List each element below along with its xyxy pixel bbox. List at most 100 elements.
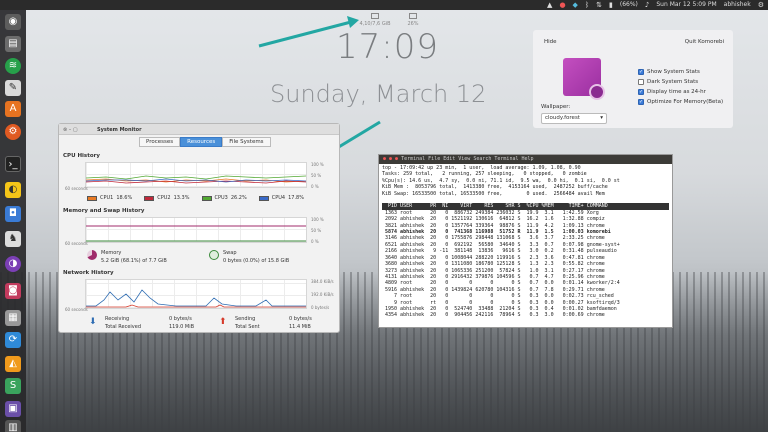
bluetooth-icon[interactable]: ᛒ (585, 0, 589, 10)
unity-launcher: ◉ ▤ ≋ ✎ A ⚙ ›_ ◐ ◘ ♞ ◑ ◙ ▦ ⟳ ◭ S ▣ ▥ (0, 10, 26, 432)
receiving-value: 0 bytes/s (169, 316, 192, 322)
cpu1-value: 18.6% (116, 195, 133, 201)
cpu1-legend: CPU1 18.6% (87, 195, 132, 201)
mem-pct-50: 50 % (311, 228, 322, 233)
gimp-icon[interactable]: ♞ (5, 231, 21, 247)
lock-date: Sunday, March 12 (270, 80, 487, 108)
cpu1-name: CPU1 (100, 195, 114, 201)
upload-arrow-icon[interactable]: ⬆ (219, 317, 227, 327)
cpu-pct-100: 100 % (311, 162, 324, 167)
window-buttons[interactable]: ⊗ – ▢ (63, 127, 78, 133)
wallpaper-thumbnail[interactable] (563, 58, 605, 100)
cpu4-name: CPU4 (271, 195, 286, 201)
option-label: Optimize For Memory(Beta) (647, 99, 724, 105)
memory-value: 5.2 GiB (68.1%) of 7.7 GiB (101, 258, 167, 264)
receiving-label: Receiving (105, 316, 130, 322)
spotify-icon[interactable]: ≋ (5, 58, 21, 74)
window-title: System Monitor (97, 127, 142, 133)
vlc-icon[interactable]: ◭ (5, 356, 21, 372)
option-dark-system-stats[interactable]: Dark System Stats (638, 77, 723, 87)
network-history-title: Network History (63, 270, 114, 276)
tab-processes[interactable]: Processes (139, 137, 181, 147)
wallpaper-label: Wallpaper: (541, 104, 571, 110)
cpu2-value: 13.3% (173, 195, 190, 201)
language-icon[interactable]: ⇅ (596, 0, 602, 10)
checkbox[interactable]: ✓ (638, 69, 644, 75)
files-icon[interactable]: ▤ (5, 36, 21, 52)
settings-icon[interactable]: ⚙ (5, 124, 21, 140)
total-sent-value: 11.4 MiB (289, 324, 311, 330)
screenshot-icon[interactable]: ◘ (5, 206, 21, 222)
memory-history-title: Memory and Swap History (63, 208, 145, 214)
office-icon[interactable]: S (5, 378, 21, 394)
swap-pie-icon[interactable] (209, 250, 219, 260)
terminal-output[interactable]: top - 17:09:42 up 23 min, 1 user, load a… (379, 164, 672, 320)
text-editor-icon[interactable]: ✎ (5, 80, 21, 96)
option-show-system-stats[interactable]: ✓ Show System Stats (638, 67, 723, 77)
cpu2-swatch[interactable] (144, 195, 155, 201)
hide-button[interactable]: Hide (544, 39, 557, 45)
download-arrow-icon[interactable]: ⬇ (89, 317, 97, 327)
cpu2-name: CPU2 (157, 195, 171, 201)
panel-clock[interactable]: Sun Mar 12 5:09 PM (656, 0, 716, 10)
terminal-titlebar[interactable]: ● ● ● Terminal File Edit View Search Ter… (379, 155, 672, 164)
camera-icon[interactable]: ◙ (5, 283, 21, 299)
cpu3-swatch[interactable] (201, 195, 212, 201)
net-top-label: 384.0 KiB/s (311, 279, 334, 284)
chrome-indicator-icon[interactable]: ● (559, 0, 565, 10)
option-label: Dark System Stats (647, 79, 699, 85)
system-monitor-icon[interactable]: ▦ (5, 310, 21, 326)
network-icon[interactable]: ▲ (547, 0, 552, 10)
option-display-24hr[interactable]: ✓ Display time as 24-hr (638, 87, 723, 97)
terminal-icon[interactable]: ›_ (5, 156, 21, 172)
cpu-pct-50: 50 % (311, 173, 322, 178)
battery-percent: (66%) (619, 1, 638, 8)
checkbox[interactable] (638, 79, 644, 85)
memory-pie-icon[interactable] (87, 250, 97, 260)
cpu-history-title: CPU History (63, 153, 100, 159)
system-monitor-tabs: Processes Resources File Systems (139, 137, 271, 147)
panel-user[interactable]: abhishek (724, 0, 751, 10)
net-bot-label: 0 bytes/s (311, 305, 330, 310)
komorebi-settings-panel: Hide Quit Komorebi Wallpaper: cloudy.for… (533, 30, 733, 128)
cpu-graph-lines (85, 175, 307, 184)
volume-icon[interactable]: ♪ (645, 0, 649, 10)
option-optimize-memory[interactable]: ✓ Optimize For Memory(Beta) (638, 97, 723, 107)
software-center-icon[interactable]: A (5, 101, 21, 117)
tab-resources[interactable]: Resources (180, 137, 223, 147)
cpu1-swatch[interactable] (87, 195, 97, 201)
system-tray: ▲ ● ◆ ᛒ ⇅ ▮ (66%) ♪ Sun Mar 12 5:09 PM a… (547, 0, 764, 10)
system-monitor-window: ⊗ – ▢ System Monitor Processes Resources… (58, 123, 340, 333)
dash-icon[interactable]: ◉ (5, 14, 21, 30)
mem-pct-0: 0 % (311, 239, 319, 244)
memory-indicator-icon (371, 13, 379, 19)
quit-komorebi-button[interactable]: Quit Komorebi (685, 39, 724, 45)
app2-icon[interactable]: ▣ (5, 401, 21, 417)
total-sent-label: Total Sent (235, 324, 260, 330)
cpu2-legend: CPU2 13.3% (144, 195, 190, 201)
net-axis-label: 60 seconds (65, 307, 88, 312)
browser-icon[interactable]: ◑ (5, 256, 21, 272)
tab-file-systems[interactable]: File Systems (222, 137, 271, 147)
annotation-arrow-top (258, 16, 359, 48)
notes-icon[interactable]: ◐ (5, 182, 21, 198)
app-icon[interactable]: ⟳ (5, 332, 21, 348)
wallpaper-select[interactable]: cloudy.forest ▾ (541, 113, 607, 124)
cpu4-legend: CPU4 17.8% (258, 195, 304, 201)
terminal-menu[interactable]: Terminal File Edit View Search Terminal … (401, 156, 533, 162)
dropbox-icon[interactable]: ◆ (573, 0, 578, 10)
cpu4-swatch[interactable] (258, 195, 269, 201)
battery-icon[interactable]: ▮ (609, 0, 613, 10)
window-buttons[interactable]: ● ● ● (383, 156, 398, 162)
system-monitor-titlebar[interactable]: ⊗ – ▢ System Monitor (59, 124, 339, 135)
checkbox[interactable]: ✓ (638, 99, 644, 105)
cpu-pct-0: 0 % (311, 184, 319, 189)
checkbox[interactable]: ✓ (638, 89, 644, 95)
komorebi-options: ✓ Show System Stats Dark System Stats ✓ … (638, 67, 723, 107)
sending-label: Sending (235, 316, 256, 322)
cpu3-legend: CPU3 26.2% (201, 195, 247, 201)
power-gear-icon[interactable]: ⚙ (758, 0, 764, 10)
cpu-indicator-icon (409, 13, 417, 19)
trash-icon[interactable]: ▥ (5, 420, 21, 432)
total-received-value: 119.0 MiB (169, 324, 195, 330)
